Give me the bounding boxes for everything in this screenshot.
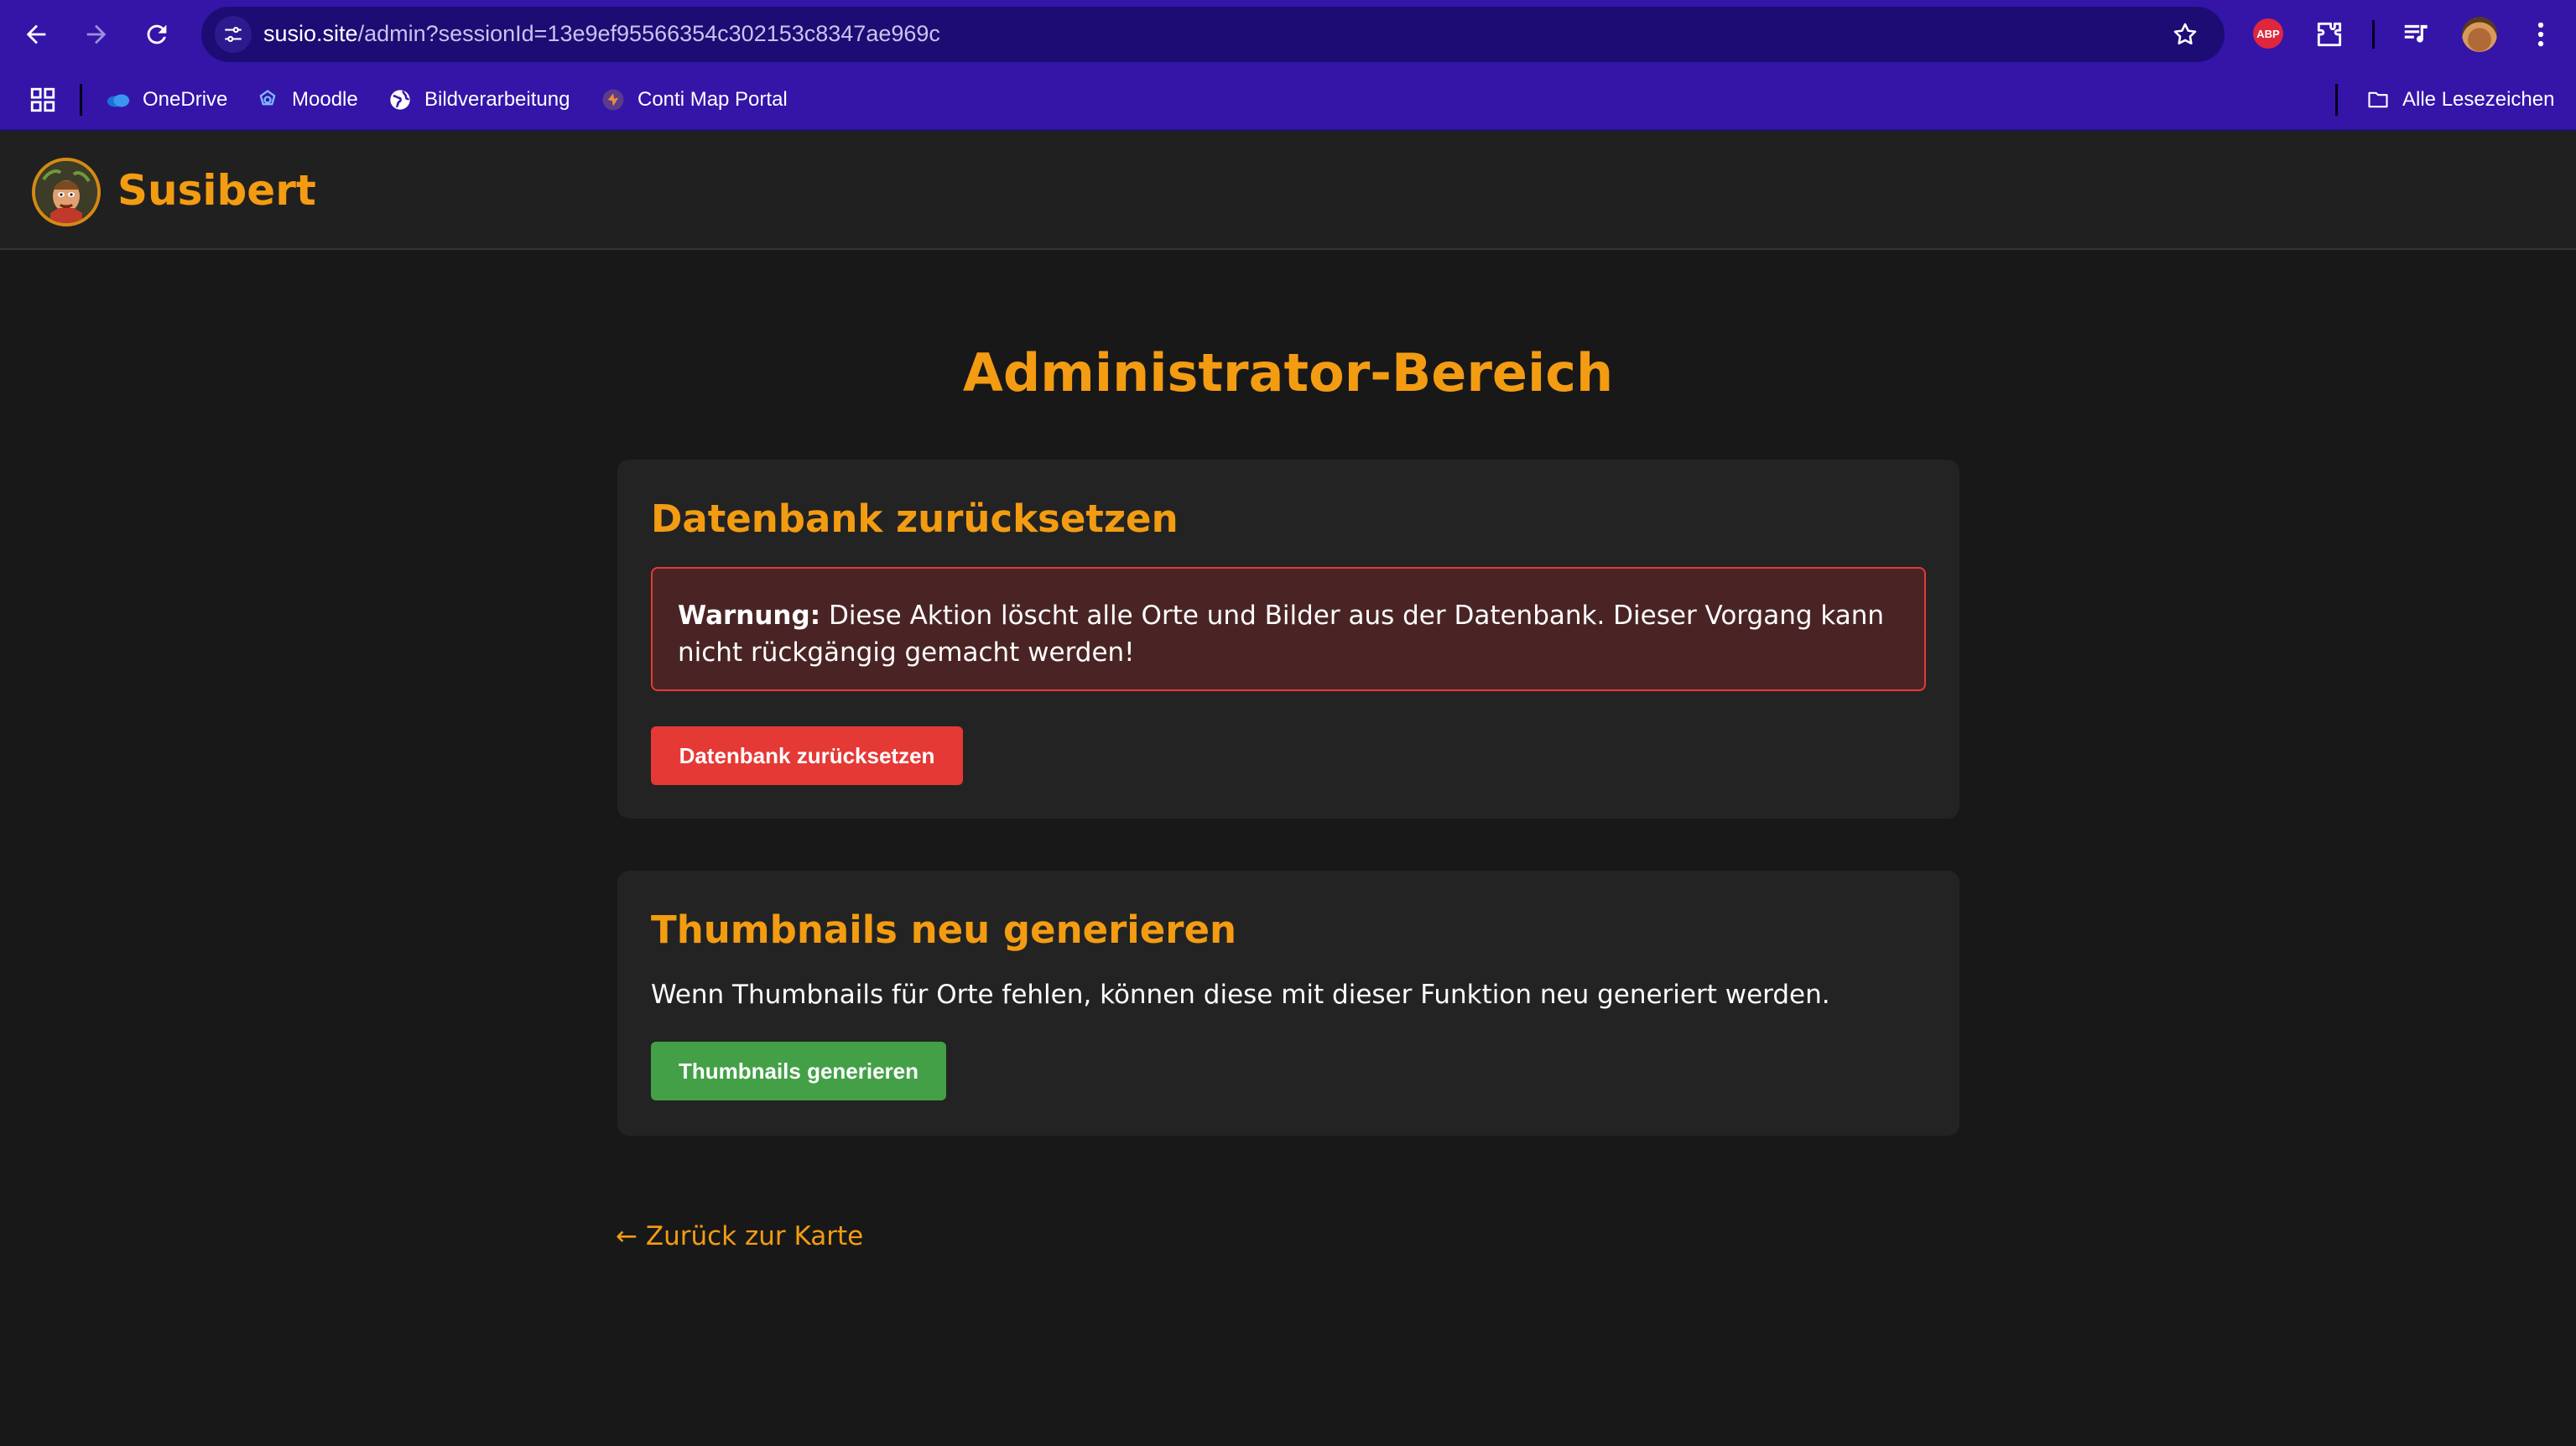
globe-icon [388, 87, 413, 112]
more-menu-icon[interactable] [2525, 18, 2557, 50]
all-bookmarks-label: Alle Lesezeichen [2402, 88, 2555, 111]
all-bookmarks-button[interactable]: Alle Lesezeichen [2365, 86, 2554, 114]
brand-name[interactable]: Susibert [117, 166, 316, 215]
bookmark-label: Conti Map Portal [637, 88, 788, 111]
address-bar[interactable]: susio.site/admin?sessionId=13e9ef9556635… [201, 7, 2225, 62]
url-path: /admin?sessionId=13e9ef95566354c302153c8… [357, 21, 940, 46]
bookmark-label: OneDrive [143, 88, 228, 111]
bookmarks-divider [2335, 84, 2338, 116]
reset-database-card: Datenbank zurücksetzen Warnung: Diese Ak… [617, 460, 1959, 819]
bookmark-bildverarbeitung[interactable]: Bildverarbeitung [388, 86, 570, 114]
forward-button[interactable] [77, 15, 116, 54]
warning-box: Warnung: Diese Aktion löscht alle Orte u… [651, 567, 1926, 691]
thumbnails-description: Wenn Thumbnails für Orte fehlen, können … [651, 980, 1830, 1010]
back-to-map-link[interactable]: ← Zurück zur Karte [616, 1221, 863, 1251]
bookmark-onedrive[interactable]: OneDrive [106, 86, 227, 114]
arrow-right-icon [86, 24, 107, 44]
regenerate-thumbnails-card: Thumbnails neu generieren Wenn Thumbnail… [617, 871, 1959, 1136]
onedrive-icon [106, 87, 131, 112]
back-button[interactable] [17, 15, 55, 54]
reset-card-heading: Datenbank zurücksetzen [651, 497, 1179, 541]
toolbar-divider [2372, 20, 2375, 49]
conti-icon [601, 87, 626, 112]
url-text[interactable]: susio.site/admin?sessionId=13e9ef9556635… [263, 21, 940, 47]
profile-avatar[interactable] [2462, 17, 2497, 52]
bookmark-moodle[interactable]: Moodle [255, 86, 358, 114]
moodle-icon [255, 87, 280, 112]
page-title: Administrator-Bereich [962, 342, 1614, 403]
reload-button[interactable] [138, 15, 176, 54]
generate-thumbnails-button[interactable]: Thumbnails generieren [651, 1042, 946, 1100]
bookmarks-bar: OneDrive Moodle Bildverarbeitung Conti M… [0, 69, 2576, 131]
folder-icon [2365, 87, 2391, 112]
reset-database-button[interactable]: Datenbank zurücksetzen [651, 726, 963, 785]
apps-grid-icon[interactable] [29, 86, 57, 114]
thumbnails-card-heading: Thumbnails neu generieren [651, 908, 1237, 952]
arrow-left-icon [26, 24, 46, 44]
url-host: susio.site [263, 21, 358, 46]
adblock-extension-icon[interactable]: ABP [2253, 18, 2283, 49]
mascot-icon [35, 161, 97, 223]
tune-icon [225, 27, 242, 42]
site-info-button[interactable] [215, 16, 252, 53]
bookmark-label: Moodle [292, 88, 358, 111]
site-header: Susibert [0, 131, 2576, 250]
brand-logo[interactable] [32, 158, 101, 226]
bookmark-conti-map-portal[interactable]: Conti Map Portal [601, 86, 788, 114]
media-queue-icon[interactable] [2401, 18, 2433, 50]
warning-label: Warnung: [678, 601, 821, 631]
browser-toolbar: susio.site/admin?sessionId=13e9ef9556635… [0, 0, 2576, 69]
bookmark-label: Bildverarbeitung [424, 88, 570, 111]
warning-text: Diese Aktion löscht alle Orte und Bilder… [678, 601, 1885, 668]
bookmarks-divider [80, 84, 82, 116]
bookmark-star-icon[interactable] [2171, 20, 2199, 49]
extensions-puzzle-icon[interactable] [2313, 18, 2345, 50]
reload-icon [147, 24, 167, 44]
